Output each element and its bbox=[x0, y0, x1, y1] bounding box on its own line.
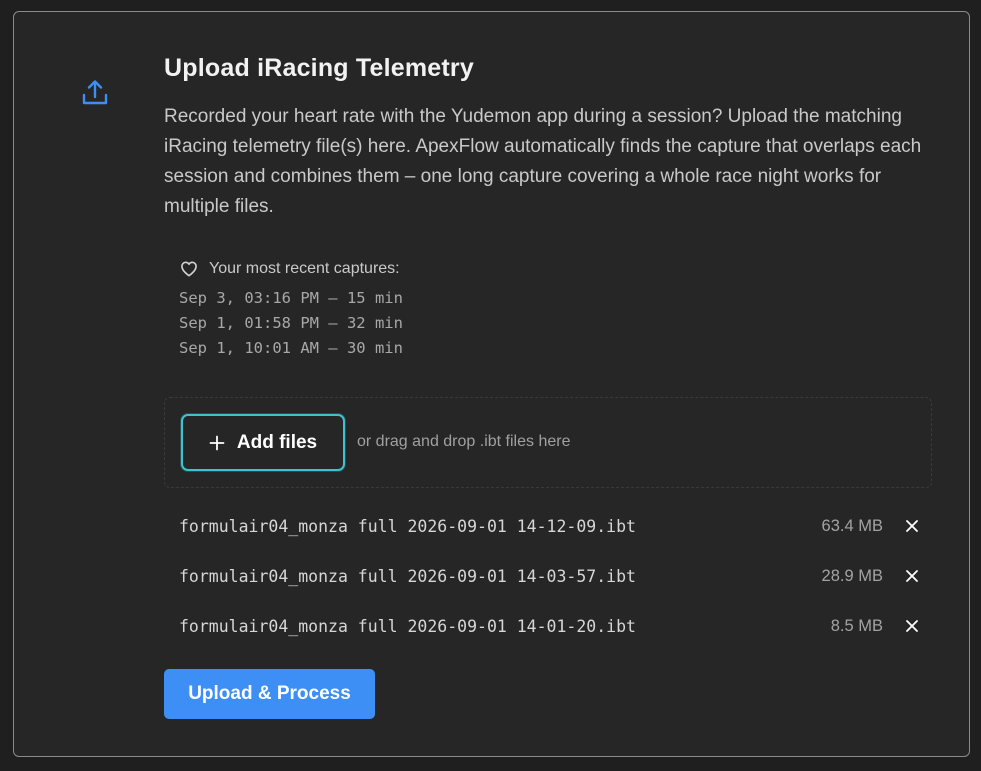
file-size: 28.9 MB bbox=[821, 567, 883, 585]
recent-captures-header: Your most recent captures: bbox=[179, 258, 403, 280]
add-files-button[interactable]: Add files bbox=[181, 414, 345, 471]
file-name: formulair04_monza full 2026-09-01 14-12-… bbox=[179, 517, 636, 536]
file-row: formulair04_monza full 2026-09-01 14-01-… bbox=[179, 609, 919, 659]
add-files-label: Add files bbox=[236, 431, 318, 453]
upload-icon bbox=[82, 80, 108, 105]
file-size: 8.5 MB bbox=[830, 617, 883, 635]
file-size: 63.4 MB bbox=[821, 517, 883, 535]
file-dropzone[interactable]: Add files or drag and drop .ibt files he… bbox=[164, 397, 932, 488]
capture-item: Sep 3, 03:16 PM – 15 min bbox=[179, 289, 403, 307]
upload-telemetry-card: Upload iRacing Telemetry Recorded your h… bbox=[13, 11, 970, 757]
close-icon[interactable] bbox=[905, 569, 919, 583]
recent-captures-label: Your most recent captures: bbox=[209, 260, 400, 277]
capture-item: Sep 1, 10:01 AM – 30 min bbox=[179, 339, 403, 357]
page-description: Recorded your heart rate with the Yudemo… bbox=[164, 106, 922, 217]
drop-hint: or drag and drop .ibt files here bbox=[357, 433, 571, 450]
recent-captures: Your most recent captures: Sep 3, 03:16 … bbox=[179, 258, 403, 361]
file-name: formulair04_monza full 2026-09-01 14-01-… bbox=[179, 617, 636, 636]
capture-item: Sep 1, 01:58 PM – 32 min bbox=[179, 314, 403, 332]
file-name: formulair04_monza full 2026-09-01 14-03-… bbox=[179, 567, 636, 586]
page-title: Upload iRacing Telemetry bbox=[164, 54, 474, 82]
plus-icon bbox=[209, 435, 225, 450]
file-row: formulair04_monza full 2026-09-01 14-03-… bbox=[179, 559, 919, 609]
captures-list: Sep 3, 03:16 PM – 15 min Sep 1, 01:58 PM… bbox=[179, 286, 403, 361]
upload-process-button[interactable]: Upload & Process bbox=[164, 669, 375, 719]
close-icon[interactable] bbox=[905, 619, 919, 633]
file-row: formulair04_monza full 2026-09-01 14-12-… bbox=[179, 509, 919, 559]
close-icon[interactable] bbox=[905, 519, 919, 533]
heart-icon bbox=[181, 261, 197, 277]
selected-files-list: formulair04_monza full 2026-09-01 14-12-… bbox=[179, 509, 919, 659]
